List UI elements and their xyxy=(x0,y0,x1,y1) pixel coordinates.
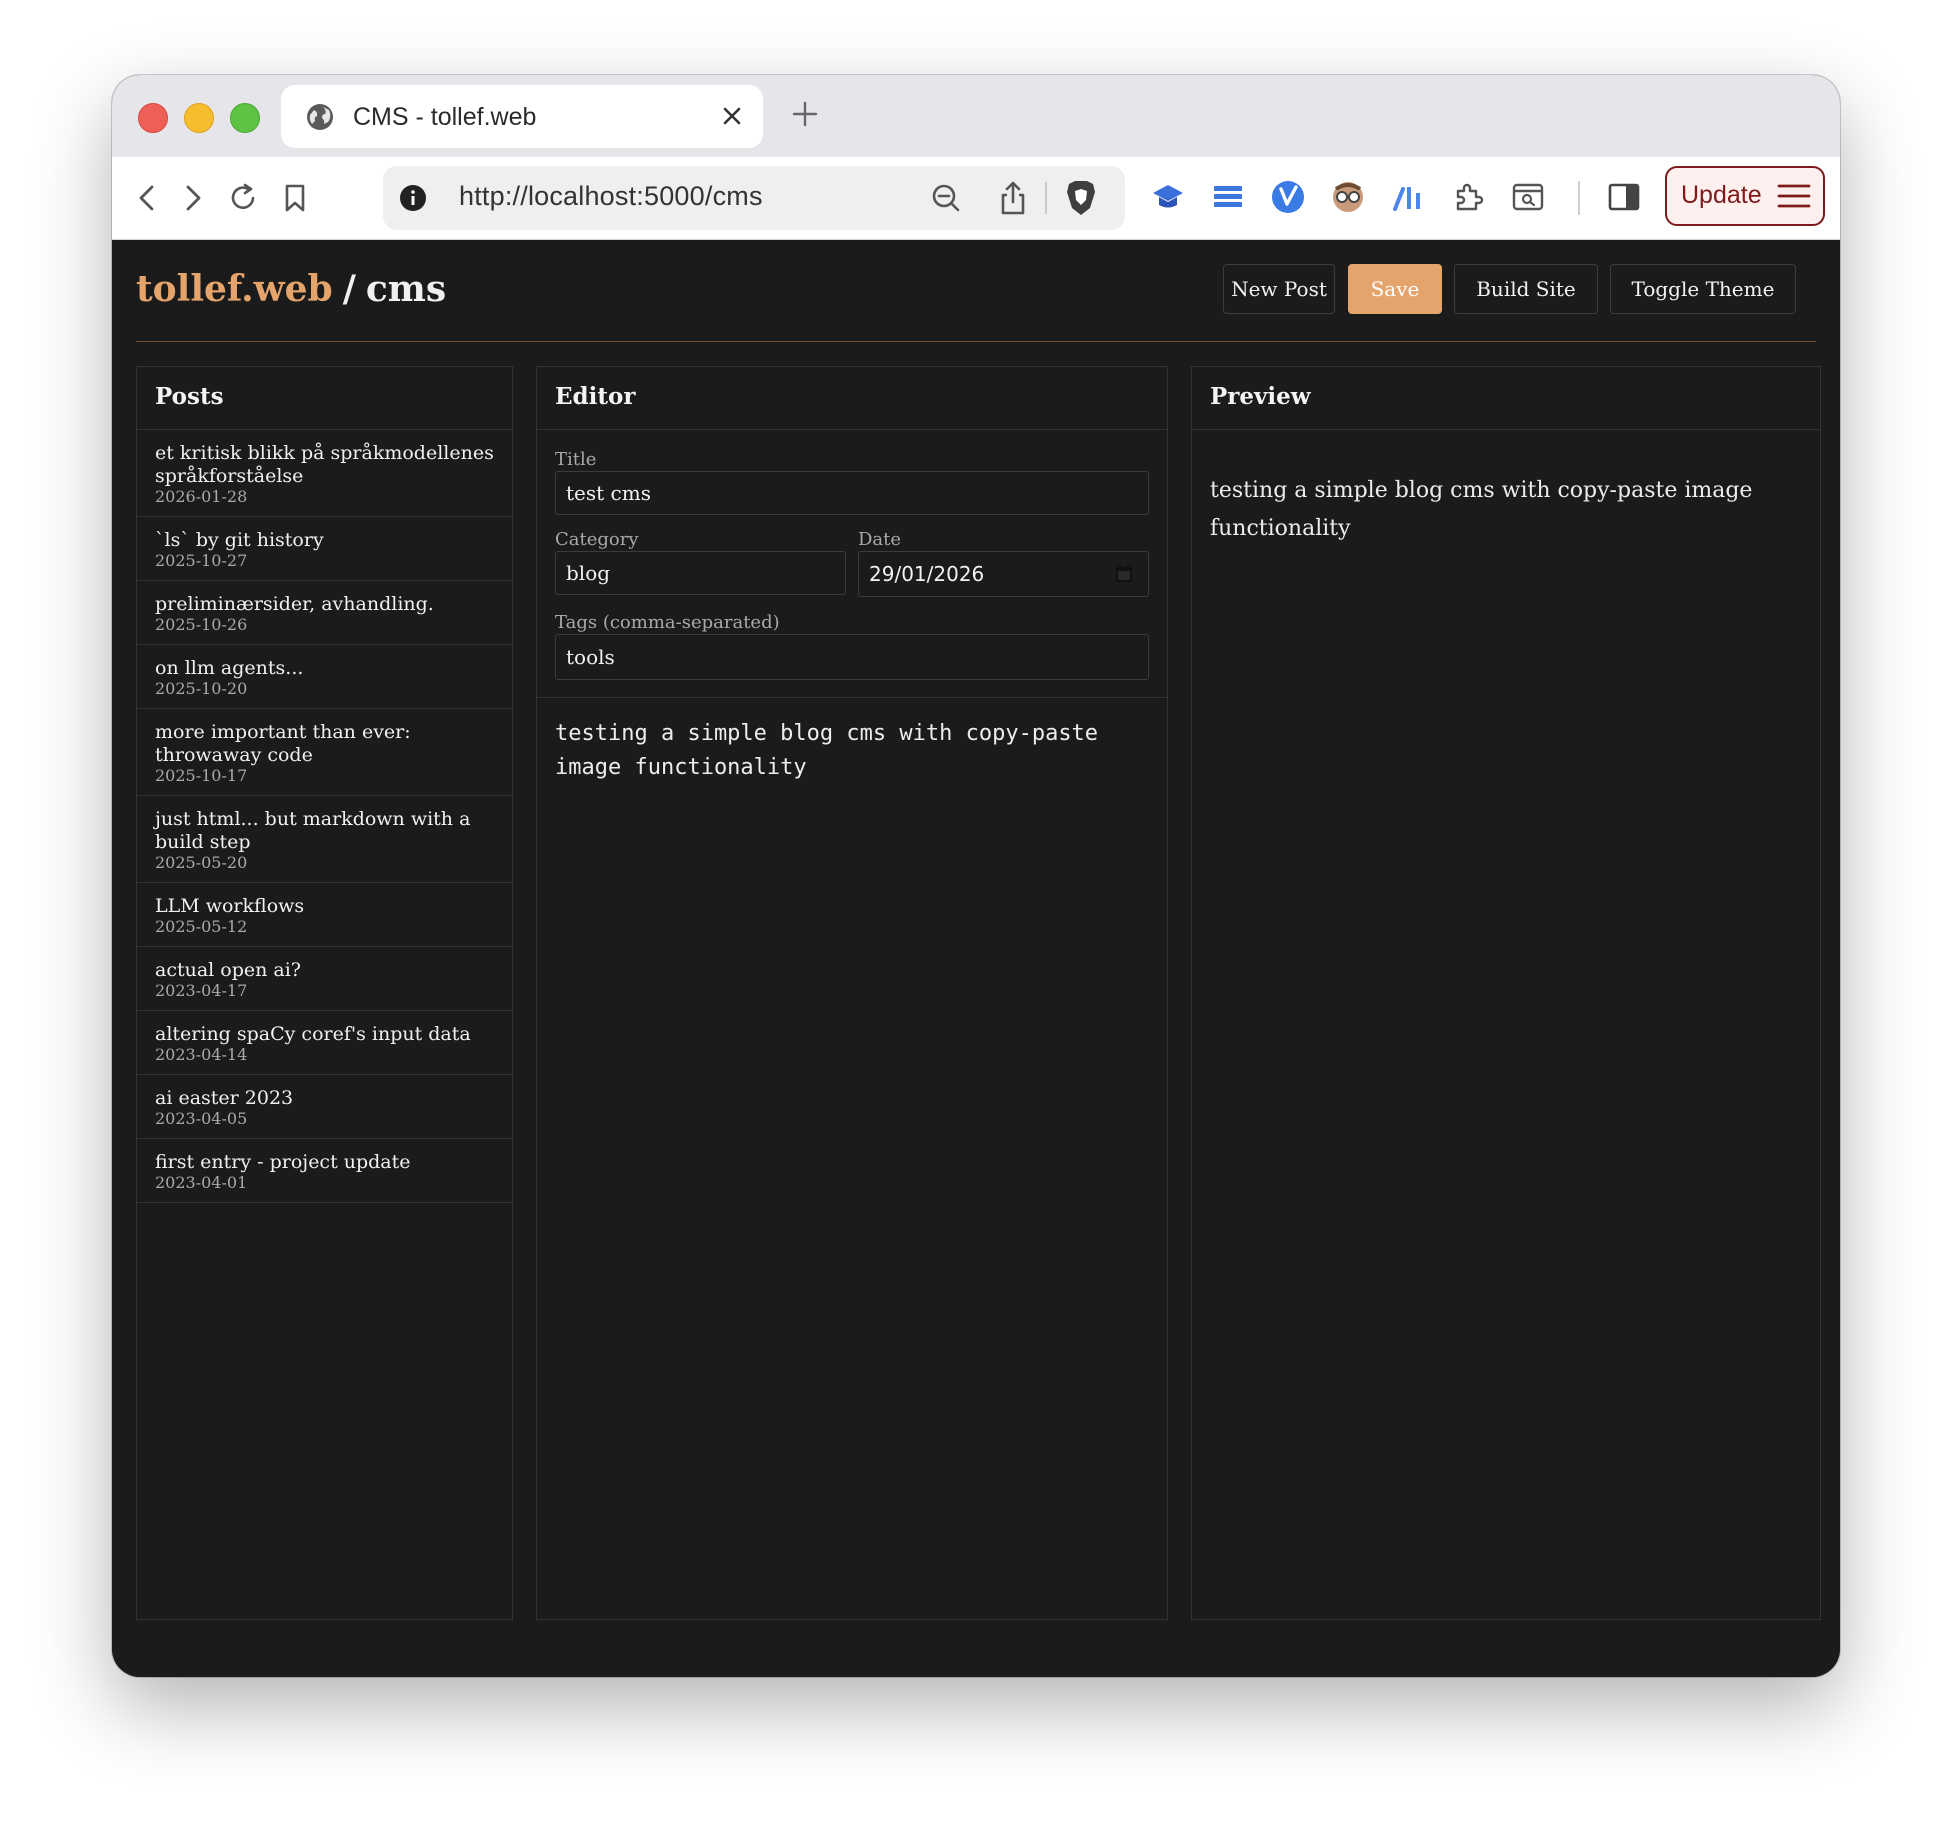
post-list: et kritisk blikk på språkmodellenes språ… xyxy=(137,430,512,1203)
preview-panel: Preview testing a simple blog cms with c… xyxy=(1191,366,1821,1620)
window-close-button[interactable] xyxy=(138,103,168,133)
post-date: 2026-01-28 xyxy=(155,487,248,506)
tab-strip: CMS - tollef.web xyxy=(112,75,1840,157)
post-date: 2023-04-17 xyxy=(155,981,248,1000)
post-title: more important than ever: throwaway code xyxy=(155,721,411,766)
bookmark-icon[interactable] xyxy=(278,181,312,215)
post-date: 2025-05-20 xyxy=(155,853,248,872)
sidebar-toggle-icon[interactable] xyxy=(1606,179,1642,215)
avatar-extension-icon[interactable] xyxy=(1330,179,1366,215)
date-input[interactable] xyxy=(858,551,1149,597)
preview-content: testing a simple blog cms with copy-past… xyxy=(1210,478,1753,541)
zoom-out-icon[interactable] xyxy=(929,181,963,215)
posts-panel: Posts et kritisk blikk på språkmodellene… xyxy=(136,366,513,1620)
editor-heading: Editor xyxy=(537,367,1167,430)
back-icon[interactable] xyxy=(130,181,164,215)
tags-label: Tags (comma-separated) xyxy=(555,612,780,633)
address-bar[interactable]: http://localhost:5000/cms xyxy=(383,166,1125,230)
category-label: Category xyxy=(555,529,639,550)
url-text[interactable]: http://localhost:5000/cms xyxy=(459,181,763,212)
graduation-cap-extension-icon[interactable] xyxy=(1150,179,1186,215)
post-list-item[interactable]: more important than ever: throwaway code… xyxy=(137,709,512,796)
tags-input[interactable] xyxy=(555,634,1149,680)
update-button[interactable]: Update xyxy=(1665,166,1825,226)
new-tab-icon[interactable] xyxy=(790,99,820,129)
browser-window: CMS - tollef.web http://localhost:5000/c… xyxy=(112,75,1840,1677)
post-list-item[interactable]: first entry - project update 2023-04-01 xyxy=(137,1139,512,1203)
toggle-theme-button[interactable]: Toggle Theme xyxy=(1610,264,1796,314)
save-button[interactable]: Save xyxy=(1348,264,1442,314)
post-list-item[interactable]: preliminærsider, avhandling. 2025-10-26 xyxy=(137,581,512,645)
extensions-puzzle-icon[interactable] xyxy=(1450,179,1486,215)
post-date: 2023-04-14 xyxy=(155,1045,248,1064)
post-title: first entry - project update xyxy=(155,1151,411,1173)
post-date: 2023-04-01 xyxy=(155,1173,248,1192)
post-list-item[interactable]: just html... but markdown with a build s… xyxy=(137,796,512,883)
post-date: 2025-10-20 xyxy=(155,679,248,698)
editor-panel: Editor Title Category Date Tags (comma-s… xyxy=(536,366,1168,1620)
calendar-icon[interactable] xyxy=(1114,564,1134,584)
post-list-item[interactable]: `ls` by git history 2025-10-27 xyxy=(137,517,512,581)
browser-tab[interactable]: CMS - tollef.web xyxy=(281,85,763,148)
build-site-button[interactable]: Build Site xyxy=(1454,264,1598,314)
address-bar-divider xyxy=(1045,182,1047,214)
page-header: tollef.web / cms New Post Save Build Site … xyxy=(136,240,1816,342)
post-title: LLM workflows xyxy=(155,895,305,917)
cms-page: tollef.web / cms New Post Save Build Site … xyxy=(112,240,1840,1677)
title-label: Title xyxy=(555,449,597,470)
post-date: 2025-10-17 xyxy=(155,766,248,785)
post-title: on llm agents... xyxy=(155,657,304,679)
list-extension-icon[interactable] xyxy=(1210,179,1246,215)
post-list-item[interactable]: altering spaCy coref's input data 2023-04… xyxy=(137,1011,512,1075)
reload-icon[interactable] xyxy=(226,181,260,215)
preview-heading: Preview xyxy=(1192,367,1820,430)
post-title: preliminærsider, avhandling. xyxy=(155,593,434,615)
post-title: ai easter 2023 xyxy=(155,1087,294,1109)
brand-separator: / xyxy=(342,268,356,310)
title-input[interactable] xyxy=(555,471,1149,515)
brand-section: cms xyxy=(365,268,447,310)
checkmark-extension-icon[interactable] xyxy=(1270,179,1306,215)
post-title: `ls` by git history xyxy=(155,529,324,551)
post-date: 2025-10-26 xyxy=(155,615,248,634)
post-title: actual open ai? xyxy=(155,959,301,981)
post-date: 2025-10-27 xyxy=(155,551,248,570)
date-label: Date xyxy=(858,529,902,550)
update-label: Update xyxy=(1681,181,1762,209)
analytics-extension-icon[interactable] xyxy=(1390,179,1426,215)
posts-heading: Posts xyxy=(137,367,512,430)
editor-divider xyxy=(537,697,1167,698)
markdown-editor[interactable]: testing a simple blog cms with copy-past… xyxy=(555,717,1115,785)
post-list-item[interactable]: on llm agents... 2025-10-20 xyxy=(137,645,512,709)
browser-toolbar: http://localhost:5000/cms Update xyxy=(112,157,1840,240)
post-date: 2025-05-12 xyxy=(155,917,248,936)
toolbar-divider xyxy=(1578,181,1580,215)
brand-title: tollef.web / cms xyxy=(136,268,446,310)
post-list-item[interactable]: et kritisk blikk på språkmodellenes språ… xyxy=(137,430,512,517)
window-minimize-button[interactable] xyxy=(184,103,214,133)
site-info-icon[interactable] xyxy=(399,184,427,212)
post-title: et kritisk blikk på språkmodellenes språ… xyxy=(155,442,494,487)
post-list-item[interactable]: ai easter 2023 2023-04-05 xyxy=(137,1075,512,1139)
close-tab-icon[interactable] xyxy=(721,105,743,127)
search-window-icon[interactable] xyxy=(1510,179,1546,215)
post-title: altering spaCy coref's input data xyxy=(155,1023,471,1045)
post-title: just html... but markdown with a build s… xyxy=(155,808,471,853)
share-icon[interactable] xyxy=(997,180,1029,216)
new-post-button[interactable]: New Post xyxy=(1223,264,1335,314)
brave-shields-icon[interactable] xyxy=(1063,178,1099,218)
post-list-item[interactable]: LLM workflows 2025-05-12 xyxy=(137,883,512,947)
hamburger-menu-icon xyxy=(1777,184,1811,208)
tab-title: CMS - tollef.web xyxy=(353,103,537,131)
post-list-item[interactable]: actual open ai? 2023-04-17 xyxy=(137,947,512,1011)
post-date: 2023-04-05 xyxy=(155,1109,248,1128)
brand-site[interactable]: tollef.web xyxy=(136,268,333,310)
globe-icon xyxy=(307,104,333,130)
forward-icon[interactable] xyxy=(176,181,210,215)
category-input[interactable] xyxy=(555,551,846,595)
window-maximize-button[interactable] xyxy=(230,103,260,133)
